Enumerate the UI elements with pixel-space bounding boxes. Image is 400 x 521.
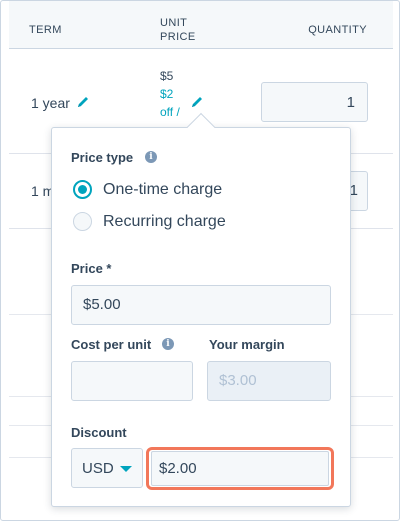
row1-term: 1 year — [31, 95, 70, 111]
table-header: TERM UNIT PRICE QUANTITY — [9, 1, 393, 49]
margin-placeholder: $3.00 — [219, 372, 257, 389]
header-unit-price[interactable]: UNIT PRICE — [160, 16, 210, 44]
price-type-info-icon[interactable]: i — [145, 151, 157, 163]
your-margin-label: Your margin — [209, 337, 285, 352]
recurring-charge-label[interactable]: Recurring charge — [103, 213, 226, 231]
cost-per-unit-input[interactable] — [71, 361, 193, 401]
currency-dropdown[interactable]: USD — [71, 448, 143, 488]
currency-value: USD — [82, 460, 114, 477]
cost-info-icon[interactable]: i — [162, 338, 174, 350]
discount-label: Discount — [71, 425, 127, 440]
edit-term-pencil-icon[interactable] — [76, 95, 90, 109]
caret-down-icon — [120, 466, 132, 472]
price-type-label: Price type — [71, 150, 134, 165]
cost-per-unit-label: Cost per unit — [71, 337, 152, 352]
one-time-charge-radio[interactable] — [73, 180, 92, 199]
line-items-panel: TERM UNIT PRICE QUANTITY 1 year $5 $2 of… — [0, 0, 400, 521]
edit-price-pencil-icon[interactable] — [190, 95, 204, 109]
quantity-value: 1 — [346, 94, 355, 111]
discount-input[interactable]: $2.00 — [151, 451, 329, 486]
row1-unit-price: $5 $2 off / — [160, 67, 180, 121]
header-quantity[interactable]: QUANTITY — [308, 23, 367, 37]
discount-amount: $2 — [160, 87, 174, 101]
price-label: Price * — [71, 261, 112, 276]
your-margin-input: $3.00 — [207, 361, 331, 401]
one-time-charge-label[interactable]: One-time charge — [103, 181, 222, 199]
header-term[interactable]: TERM — [29, 23, 62, 37]
discount-suffix: off / — [160, 105, 180, 119]
price-value: $5 — [160, 69, 174, 83]
price-input[interactable]: $5.00 — [71, 285, 331, 325]
price-input-value: $5.00 — [83, 296, 121, 313]
recurring-charge-radio[interactable] — [73, 212, 92, 231]
discount-input-value: $2.00 — [159, 460, 197, 477]
row1-quantity-input[interactable]: 1 — [261, 82, 368, 122]
